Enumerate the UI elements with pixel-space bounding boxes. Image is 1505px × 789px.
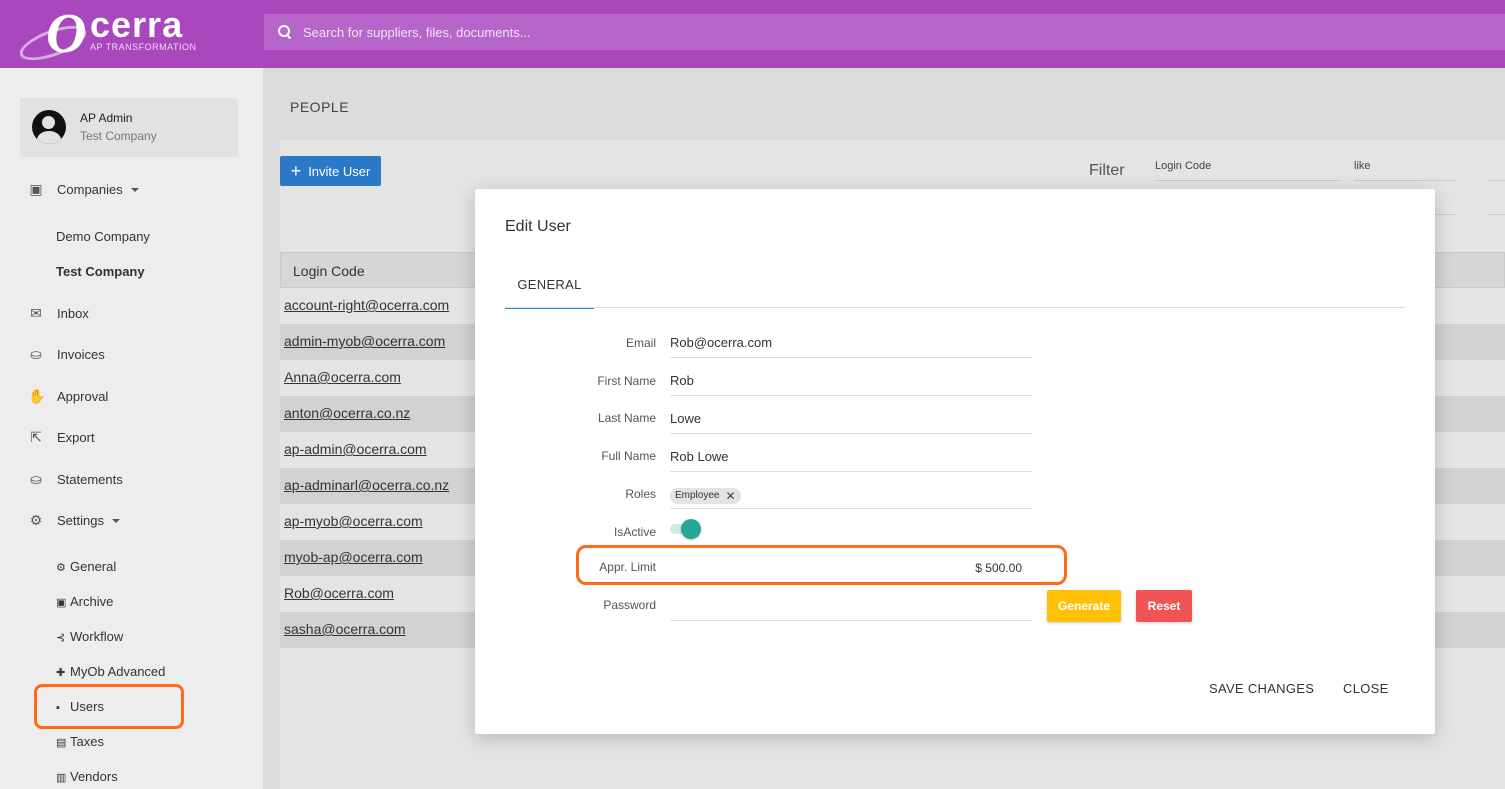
company-demo[interactable]: Demo Company [56,229,150,244]
email-field[interactable]: Rob@ocerra.com [670,330,1032,358]
user-link[interactable]: account-right@ocerra.com [284,297,449,313]
sidebar: AP Admin Test Company ▣ Companies Demo C… [0,68,263,789]
id-card-icon: ▣ [29,181,43,197]
toggle-knob [681,519,701,539]
user-link[interactable]: myob-ap@ocerra.com [284,549,423,565]
plus-icon: + [290,161,302,181]
first-name-field[interactable]: Rob [670,368,1032,396]
gear-icon: ⚙ [29,512,43,528]
archive-icon: ▣ [56,597,67,609]
chevron-down-icon [111,519,120,524]
user-company: Test Company [80,129,157,143]
global-search [264,14,1505,50]
user-link[interactable]: admin-myob@ocerra.com [284,333,445,349]
building-icon: ▥ [56,772,67,784]
filter-value-input-2[interactable] [1488,194,1505,215]
settings-vendors[interactable]: ▥ Vendors [56,769,118,784]
tab-general[interactable]: GENERAL [505,271,594,309]
settings-myob-advanced[interactable]: ✚ MyOb Advanced [56,664,165,679]
generate-button[interactable]: Generate [1047,590,1121,622]
password-label: Password [603,598,656,612]
inbox-icon: ✉ [30,305,42,321]
avatar [32,110,66,144]
user-card[interactable]: AP Admin Test Company [20,98,238,157]
ocerra-logo[interactable]: O cerra AP TRANSFORMATION [15,3,198,68]
password-field[interactable] [670,593,1032,621]
basket-icon: ⛀ [30,346,42,362]
roles-label: Roles [625,487,656,501]
logo-letter: O [46,3,87,65]
user-link[interactable]: ap-admin@ocerra.com [284,441,427,457]
chevron-down-icon [130,188,139,193]
gear-icon: ⚙ [56,562,66,574]
last-name-label: Last Name [597,411,656,425]
workflow-icon: ⊰ [56,632,66,644]
invite-user-button[interactable]: + Invite User [280,156,381,186]
export-icon: ⇱ [30,429,42,445]
user-link[interactable]: sasha@ocerra.com [284,621,406,637]
appr-limit-highlight-box [576,545,1067,585]
roles-field[interactable]: Employee ✕ [670,481,1032,509]
is-active-toggle[interactable] [670,519,706,539]
close-button[interactable]: CLOSE [1343,681,1389,696]
email-label: Email [625,336,656,350]
sidebar-item-label: Export [57,429,95,445]
thumbs-icon: ✋ [28,388,46,404]
last-name-field[interactable]: Lowe [670,406,1032,434]
filter-value-input[interactable] [1488,160,1505,181]
sidebar-item-label: Inbox [57,305,89,321]
filter-label: Filter [1089,162,1125,179]
user-link[interactable]: Anna@ocerra.com [284,369,401,385]
user-link[interactable]: anton@ocerra.co.nz [284,405,410,421]
tab-divider [505,307,1405,308]
search-input[interactable] [303,24,1505,40]
edit-user-dialog: Edit User GENERAL Email Rob@ocerra.com F… [475,189,1435,734]
dialog-title: Edit User [505,218,571,235]
settings-workflow[interactable]: ⊰ Workflow [56,629,123,644]
sidebar-item-label: Approval [57,388,109,404]
sidebar-item-label: Companies [57,181,123,197]
top-bar: O cerra AP TRANSFORMATION [0,0,1505,68]
user-link[interactable]: Rob@ocerra.com [284,585,394,601]
settings-general[interactable]: ⚙ General [56,559,116,574]
first-name-label: First Name [597,374,656,388]
basket-icon: ⛀ [30,471,42,487]
filter-field-select[interactable]: Login Code [1155,160,1341,181]
user-link[interactable]: ap-myob@ocerra.com [284,513,423,529]
user-link[interactable]: ap-adminarl@ocerra.co.nz [284,477,449,493]
clipboard-icon: ▤ [56,737,67,749]
is-active-label: IsActive [613,525,656,539]
close-icon[interactable]: ✕ [725,490,735,502]
reset-button[interactable]: Reset [1136,590,1192,622]
save-changes-button[interactable]: SAVE CHANGES [1209,681,1314,696]
puzzle-icon: ✚ [56,667,66,679]
users-highlight-box [34,684,184,729]
page-title: PEOPLE [290,99,350,115]
role-chip: Employee ✕ [670,487,741,504]
sidebar-item-label: Statements [57,471,123,487]
logo-text: cerra [90,4,184,45]
settings-archive[interactable]: ▣ Archive [56,594,113,609]
user-name: AP Admin [80,111,133,125]
sidebar-item-label: Settings [57,512,104,528]
full-name-label: Full Name [601,449,656,463]
settings-taxes[interactable]: ▤ Taxes [56,734,104,749]
sidebar-item-label: Invoices [57,346,105,362]
search-icon [278,25,292,39]
company-test[interactable]: Test Company [56,264,145,279]
filter-operator-select[interactable]: like [1354,160,1456,181]
logo-tagline: AP TRANSFORMATION [90,42,197,52]
full-name-field[interactable]: Rob Lowe [670,444,1032,472]
